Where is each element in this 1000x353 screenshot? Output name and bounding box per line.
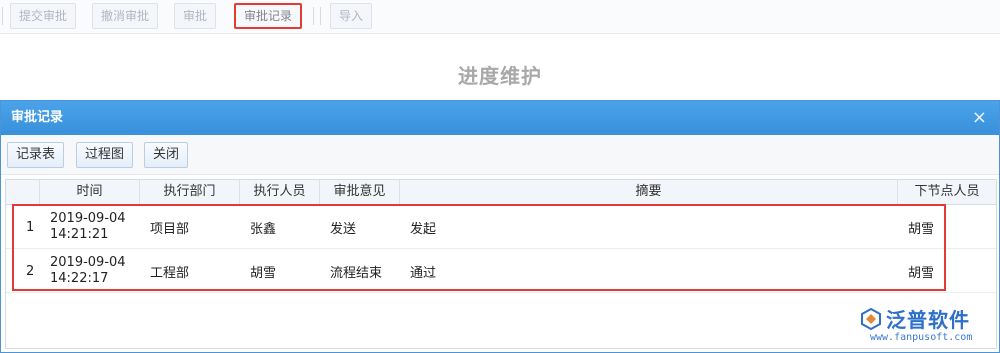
close-button[interactable]: 关闭 [144,142,189,168]
next-person-cell: 胡雪 [908,221,935,237]
row-number: 1 [26,219,35,235]
toolbar-separator [2,7,3,25]
column-header-summary[interactable]: 摘要 [400,180,898,204]
opinion-cell: 发送 [330,221,357,237]
department-cell: 项目部 [150,221,190,237]
summary-cell: 通过 [410,265,437,281]
time-date: 2019-09-04 [50,211,126,226]
revoke-approval-button[interactable]: 撤消审批 [92,3,159,29]
dialog-toolbar: 记录表 过程图 关闭 [1,135,999,175]
logo-name: 泛普软件 [886,308,970,332]
approval-records-button[interactable]: 审批记录 [234,3,303,29]
import-button[interactable]: 导入 [330,3,373,29]
row-number-header [6,180,40,204]
submit-approval-button[interactable]: 提交审批 [10,3,77,29]
time-cell: 2019-09-04 14:22:17 [50,249,126,293]
time-clock: 14:22:17 [50,271,109,286]
opinion-cell: 流程结束 [330,265,383,281]
column-header-person[interactable]: 执行人员 [240,180,320,204]
column-header-department[interactable]: 执行部门 [140,180,240,204]
table-row[interactable]: 1 2019-09-04 14:21:21 项目部 张鑫 发送 发起 胡雪 [6,205,996,249]
summary-cell: 发起 [410,221,437,237]
approve-button[interactable]: 审批 [174,3,217,29]
person-cell: 胡雪 [250,265,277,281]
column-header-time[interactable]: 时间 [40,180,140,204]
column-header-next-person[interactable]: 下节点人员 [898,180,996,204]
department-cell: 工程部 [150,265,190,281]
column-header-opinion[interactable]: 审批意见 [320,180,400,204]
close-icon[interactable]: × [972,101,987,135]
row-number: 2 [26,263,35,279]
dialog-title: 审批记录 [11,110,64,125]
toolbar-separator [320,7,321,25]
fanpu-logo: 泛普软件 www.fanpusoft.com [860,304,990,349]
records-grid: 时间 执行部门 执行人员 审批意见 摘要 下节点人员 1 2019-09-04 … [5,179,997,349]
approval-records-dialog: 审批记录 × 记录表 过程图 关闭 时间 执行部门 执行人员 审批意见 摘要 下… [0,100,1000,353]
grid-header: 时间 执行部门 执行人员 审批意见 摘要 下节点人员 [6,180,996,205]
next-person-cell: 胡雪 [908,265,935,281]
toolbar-separator [313,7,314,25]
table-row[interactable]: 2 2019-09-04 14:22:17 工程部 胡雪 流程结束 通过 胡雪 [6,249,996,293]
dialog-header: 审批记录 × [1,101,999,135]
page-title: 进度维护 [458,64,542,88]
top-toolbar: 提交审批 撤消审批 审批 审批记录 导入 [0,0,1000,34]
logo-url: www.fanpusoft.com [870,332,973,343]
logo-icon [861,308,881,330]
time-date: 2019-09-04 [50,255,126,270]
person-cell: 张鑫 [250,221,277,237]
time-clock: 14:21:21 [50,227,109,242]
record-table-button[interactable]: 记录表 [7,142,65,168]
process-chart-button[interactable]: 过程图 [76,142,134,168]
time-cell: 2019-09-04 14:21:21 [50,205,126,249]
